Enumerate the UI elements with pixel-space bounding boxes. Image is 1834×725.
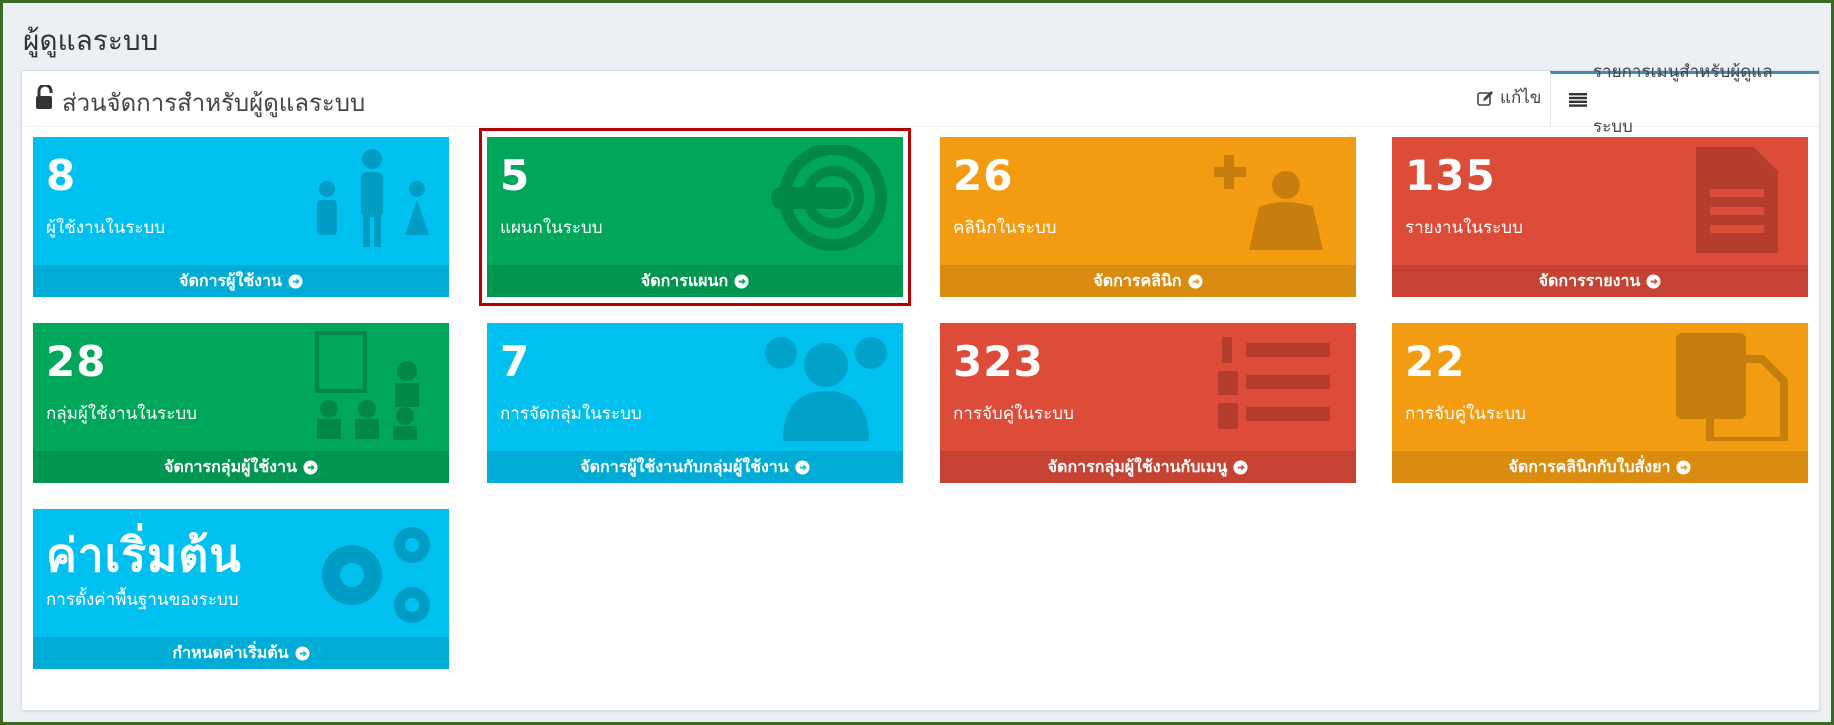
arrow-circle-right-icon [1233, 459, 1248, 475]
manage-user-grouping-link[interactable]: จัดการผู้ใช้งานกับกลุ่มผู้ใช้งาน [487, 451, 903, 483]
users-group-icon [317, 149, 429, 247]
reader-plus-icon [1214, 155, 1323, 250]
people-icon [765, 337, 887, 441]
box-value: 5 [500, 151, 531, 200]
box-label: การจับคู่ในระบบ [1405, 404, 1526, 424]
box-defaults: ค่าเริ่มต้น การตั้งค่าพื้นฐานของระบบ กำห… [33, 509, 449, 669]
arrow-circle-right-icon [303, 459, 318, 475]
box-menu-mapping: 323 การจับคู่ในระบบ จัดการกลุ่มผู้ใช้งาน… [940, 323, 1356, 483]
arrow-circle-right-icon [795, 459, 810, 475]
box-link-label: จัดการคลินิกกับใบสั่งยา [1508, 457, 1671, 476]
manage-clinics-link[interactable]: จัดการคลินิก [940, 265, 1356, 297]
box-value: 135 [1405, 151, 1496, 200]
mri-scanner-icon [771, 145, 887, 251]
manage-users-link[interactable]: จัดการผู้ใช้งาน [33, 265, 449, 297]
box-link-label: จัดการกลุ่มผู้ใช้งาน [164, 457, 297, 476]
box-label: การจับคู่ในระบบ [953, 404, 1074, 424]
tab-edit-label: แก้ไข [1500, 88, 1542, 108]
arrow-circle-right-icon [288, 273, 303, 289]
box-link-label: จัดการผู้ใช้งานกับกลุ่มผู้ใช้งาน [580, 457, 789, 476]
box-value: 28 [46, 337, 107, 386]
box-clinics: 26 คลินิกในระบบ จัดการคลินิก [940, 137, 1356, 297]
arrow-circle-right-icon [1676, 459, 1691, 475]
box-value: 8 [46, 151, 77, 200]
manage-group-menu-link[interactable]: จัดการกลุ่มผู้ใช้งานกับเมนู [940, 451, 1356, 483]
arrow-circle-right-icon [1646, 273, 1661, 289]
list-icon [1569, 93, 1587, 107]
unlock-icon [36, 85, 53, 109]
arrow-circle-right-icon [295, 645, 310, 661]
box-grouping: 7 การจัดกลุ่มในระบบ จัดการผู้ใช้งานกับกล… [487, 323, 903, 483]
box-link-label: จัดการรายงาน [1538, 271, 1641, 290]
box-label: การจัดกลุ่มในระบบ [500, 404, 642, 424]
manage-clinic-prescription-link[interactable]: จัดการคลินิกกับใบสั่งยา [1392, 451, 1808, 483]
page-title: ผู้ดูแลระบบ [23, 24, 159, 57]
box-reports: 135 รายงานในระบบ จัดการรายงาน [1392, 137, 1808, 297]
box-user-groups: 28 กลุ่มผู้ใช้งานในระบบ จัดการกลุ่มผู้ใช… [33, 323, 449, 483]
box-users: 8 ผู้ใช้งานในระบบ จัดการผู้ใช้งาน [33, 137, 449, 297]
copy-icon [1676, 333, 1788, 441]
arrow-circle-right-icon [734, 273, 749, 289]
manage-departments-link[interactable]: จัดการแผนก [487, 265, 903, 297]
box-value: 22 [1405, 337, 1466, 386]
box-label: รายงานในระบบ [1405, 218, 1523, 238]
box-label: คลินิกในระบบ [953, 218, 1057, 238]
box-value: ค่าเริ่มต้น [46, 528, 242, 582]
tab-admin-menu[interactable]: รายการเมนูสำหรับผู้ดูแลระบบ [1550, 62, 1819, 137]
presentation-icon [315, 331, 419, 440]
panel-title: ส่วนจัดการสำหรับผู้ดูแลระบบ [62, 89, 366, 117]
box-link-label: จัดการกลุ่มผู้ใช้งานกับเมนู [1047, 457, 1228, 476]
box-value: 7 [500, 337, 531, 386]
box-label: การตั้งค่าพื้นฐานของระบบ [46, 590, 239, 610]
panel-header: ส่วนจัดการสำหรับผู้ดูแลระบบ แก้ไข รายการ… [22, 62, 1819, 137]
box-link-label: จัดการผู้ใช้งาน [179, 271, 282, 290]
box-label: กลุ่มผู้ใช้งานในระบบ [46, 404, 197, 424]
numbered-list-icon [1218, 337, 1330, 429]
set-defaults-link[interactable]: กำหนดค่าเริ่มต้น [33, 637, 449, 669]
box-clinic-prescription: 22 การจับคู่ในระบบ จัดการคลินิกกับใบสั่ง… [1392, 323, 1808, 483]
box-value: 323 [953, 337, 1044, 386]
gears-icon [322, 527, 430, 623]
box-link-label: กำหนดค่าเริ่มต้น [172, 643, 289, 662]
box-label: แผนกในระบบ [500, 218, 603, 238]
box-departments: 5 แผนกในระบบ จัดการแผนก [487, 137, 903, 297]
box-link-label: จัดการคลินิก [1093, 271, 1182, 290]
box-value: 26 [953, 151, 1014, 200]
edit-icon [1477, 91, 1493, 106]
arrow-circle-right-icon [1188, 273, 1203, 289]
box-label: ผู้ใช้งานในระบบ [46, 218, 166, 238]
manage-user-groups-link[interactable]: จัดการกลุ่มผู้ใช้งาน [33, 451, 449, 483]
manage-reports-link[interactable]: จัดการรายงาน [1392, 265, 1808, 297]
document-icon [1696, 147, 1778, 253]
box-link-label: จัดการแผนก [640, 271, 729, 290]
